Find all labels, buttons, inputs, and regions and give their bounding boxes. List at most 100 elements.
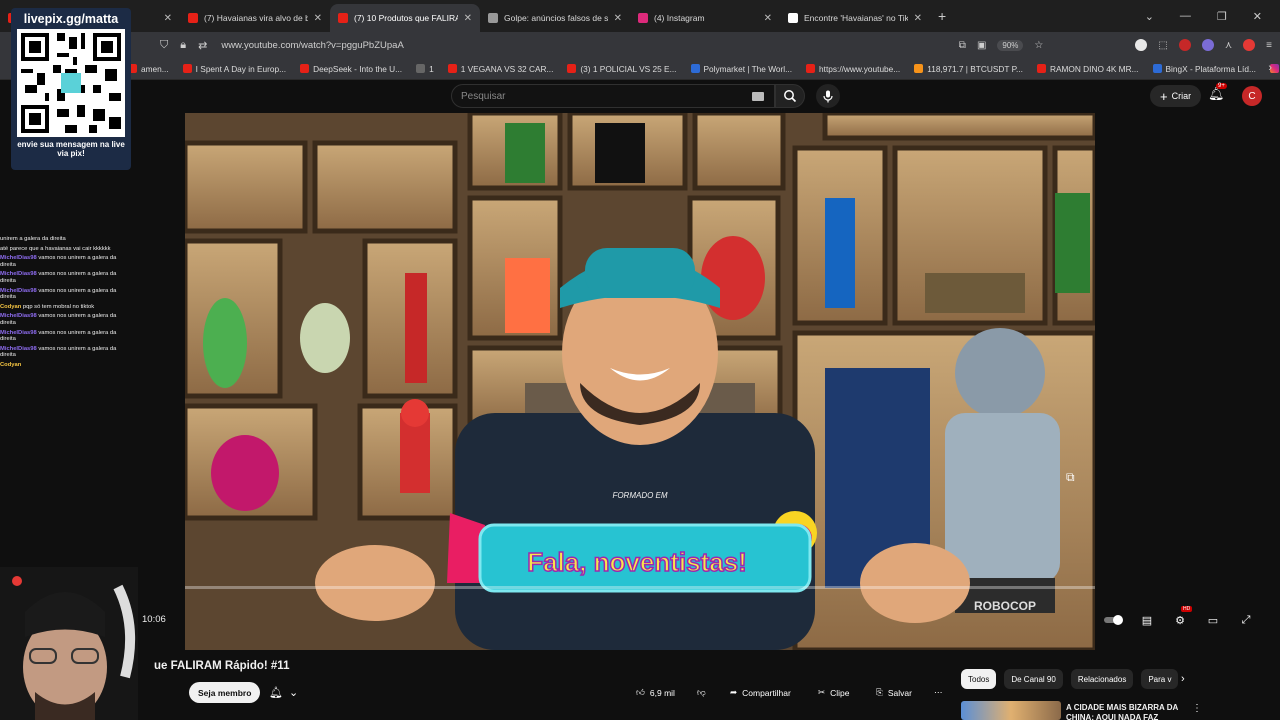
youtube-icon xyxy=(806,64,816,73)
tab-favicon-icon xyxy=(338,13,348,23)
bookmark-item[interactable]: DeepSeek - Into the U... xyxy=(300,64,402,74)
youtube-icon xyxy=(1036,64,1046,73)
settings-button[interactable]: ⚙ xyxy=(1170,611,1190,629)
bookmark-item[interactable]: https://www.youtube... xyxy=(806,64,900,74)
clip-button[interactable]: ✂ Clipe xyxy=(810,682,858,703)
webcam-feed xyxy=(0,567,138,720)
dislike-button[interactable]: 👎︎ xyxy=(689,682,714,703)
share-button[interactable]: ➦ Compartilhar xyxy=(722,682,799,703)
progress-track[interactable] xyxy=(185,586,1095,589)
video-player[interactable]: ROBOCOP FORMADO EM Fala, noventistas! xyxy=(185,113,1095,650)
extension-icon[interactable]: ⋏ xyxy=(1225,40,1232,51)
like-count: 6,9 mil xyxy=(649,687,675,698)
account-avatar[interactable]: C xyxy=(1242,86,1262,106)
suggestion-thumbnail[interactable] xyxy=(961,701,1061,720)
theater-mode-button[interactable]: ▭ xyxy=(1203,611,1223,629)
share-label: Compartilhar xyxy=(742,687,791,698)
bitcoin-icon xyxy=(914,64,924,73)
share-icon: ➦ xyxy=(730,687,738,697)
filter-chip[interactable]: Para v xyxy=(1141,669,1179,689)
bookmark-star-icon[interactable]: ☆ xyxy=(1034,40,1043,51)
suggestion-menu-icon[interactable]: ⋮ xyxy=(1192,703,1202,714)
zoom-indicator[interactable]: 90% xyxy=(997,39,1024,51)
extension-icon[interactable] xyxy=(1201,39,1214,51)
tab-title: (4) Instagram xyxy=(654,13,705,23)
search-placeholder: Pesquisar xyxy=(461,91,506,102)
save-button[interactable]: ⎘ Salvar xyxy=(868,682,920,703)
tab-title: (7) 10 Produtos que FALIRAM R xyxy=(354,13,458,23)
browser-tab[interactable]: Encontre 'Havaianas' no Tik ✕ xyxy=(780,4,930,32)
bookmark-label: https://www.youtube... xyxy=(819,63,901,74)
bookmarks-more-icon[interactable]: › xyxy=(1268,62,1272,74)
new-tab-button[interactable]: + xyxy=(938,8,946,24)
site-info-icons: ⛉ 🔒︎ ⇄ xyxy=(160,39,207,52)
bookmark-item[interactable]: 1 VEGANA VS 32 CAR... xyxy=(447,64,553,74)
subscription-bell-button[interactable]: 🔔︎ ⌄ xyxy=(263,682,305,703)
close-tab-icon[interactable]: ✕ xyxy=(764,13,772,24)
browser-tab[interactable]: (7) 10 Produtos que FALIRAM R ✕ xyxy=(330,4,480,32)
bookmark-label: 1 xyxy=(429,63,434,74)
chevron-right-icon[interactable]: › xyxy=(1181,673,1185,685)
more-actions-button[interactable]: ⋯ xyxy=(926,682,951,703)
bookmark-label: 118,971.7 | BTCUSDT P... xyxy=(927,63,1023,74)
chat-username: MichelDias98 xyxy=(0,271,37,278)
restore-icon[interactable]: ❐ xyxy=(1217,10,1227,23)
save-label: Salvar xyxy=(887,687,912,698)
bookmark-item[interactable]: I Spent A Day in Europ... xyxy=(182,64,286,74)
search-input[interactable]: Pesquisar xyxy=(451,84,775,108)
shield-icon[interactable]: ⛉ xyxy=(160,39,168,52)
browser-tab[interactable]: (7) Havaianas vira alvo de boicc ✕ xyxy=(180,4,330,32)
extension-icon[interactable] xyxy=(1178,39,1191,51)
minimize-icon[interactable]: — xyxy=(1180,10,1191,22)
tab-list: ar - YouT✕(7) Havaianas vira alvo de boi… xyxy=(0,0,930,32)
url-field[interactable]: www.youtube.com/watch?v=pgguPbZUpaA xyxy=(221,40,403,51)
hd-badge: HD xyxy=(1181,606,1193,612)
install-app-icon[interactable]: ⧉ xyxy=(959,40,966,51)
notifications-button[interactable]: 🔔︎ 9+ xyxy=(1208,83,1227,102)
close-tab-icon[interactable]: ✕ xyxy=(614,13,622,24)
bookmark-item[interactable]: BingX - Plataforma Líd... xyxy=(1152,64,1256,74)
keyboard-icon[interactable] xyxy=(752,92,764,101)
close-tab-icon[interactable]: ✕ xyxy=(164,13,172,24)
create-button[interactable]: + Criar xyxy=(1150,85,1202,107)
qr-code-image xyxy=(17,29,125,137)
miniplayer-icon[interactable]: ⧉ xyxy=(1066,470,1075,485)
time-display: 10:06 xyxy=(142,614,166,625)
tune-icon[interactable]: ⇄ xyxy=(198,39,207,52)
search-button[interactable] xyxy=(775,84,805,108)
bookmark-item[interactable]: 1 xyxy=(416,64,434,74)
tab-favicon-icon xyxy=(788,13,798,23)
bookmark-item[interactable]: 118,971.7 | BTCUSDT P... xyxy=(914,64,1023,74)
bookmark-item[interactable]: (3) 1 POLICIAL VS 25 E... xyxy=(567,64,677,74)
cast-icon[interactable]: ▣ xyxy=(977,40,986,51)
suggestion-title[interactable]: A CIDADE MAIS BIZARRA DA CHINA: AQUI NAD… xyxy=(1066,703,1181,720)
youtube-icon xyxy=(182,64,192,73)
browser-tab[interactable]: Golpe: anúncios falsos de saúd ✕ xyxy=(480,4,630,32)
close-tab-icon[interactable]: ✕ xyxy=(464,13,472,24)
filter-chip[interactable]: Relacionados xyxy=(1070,669,1134,689)
filter-chip[interactable]: Todos xyxy=(961,669,997,689)
lock-icon[interactable]: 🔒︎ xyxy=(180,39,186,52)
bookmarks-bar: amen... I Spent A Day in Europ... DeepSeek… xyxy=(0,58,1280,80)
bookmark-label: amen... xyxy=(141,63,169,74)
bookmark-item[interactable]: Polymarket | The Worl... xyxy=(690,64,792,74)
adblock-icon[interactable] xyxy=(1243,39,1256,51)
tab-search-icon[interactable]: ⌄ xyxy=(1145,10,1154,23)
bookmark-item[interactable]: RAMON DINO 4K MR... xyxy=(1036,64,1139,74)
fullscreen-button[interactable]: ⤢ xyxy=(1236,611,1256,629)
menu-icon[interactable]: ≡ xyxy=(1266,40,1272,51)
extension-icon[interactable] xyxy=(1135,39,1148,51)
close-tab-icon[interactable]: ✕ xyxy=(314,13,322,24)
browser-tab[interactable]: (4) Instagram ✕ xyxy=(630,4,780,32)
close-tab-icon[interactable]: ✕ xyxy=(914,13,922,24)
bookmark-item[interactable]: amen... xyxy=(128,64,169,74)
close-window-icon[interactable]: ✕ xyxy=(1253,10,1262,23)
autoplay-toggle[interactable] xyxy=(1104,611,1124,629)
filter-chip[interactable]: De Canal 90 xyxy=(1004,669,1063,689)
subtitles-button[interactable]: ▤ xyxy=(1137,611,1157,629)
like-button[interactable]: 👍︎ 6,9 mil xyxy=(628,682,683,703)
voice-search-button[interactable] xyxy=(816,84,840,108)
livepix-url: livepix.gg/matta xyxy=(23,12,119,26)
puzzle-icon[interactable]: ⬚ xyxy=(1158,40,1167,51)
join-button[interactable]: Seja membro xyxy=(189,682,261,703)
